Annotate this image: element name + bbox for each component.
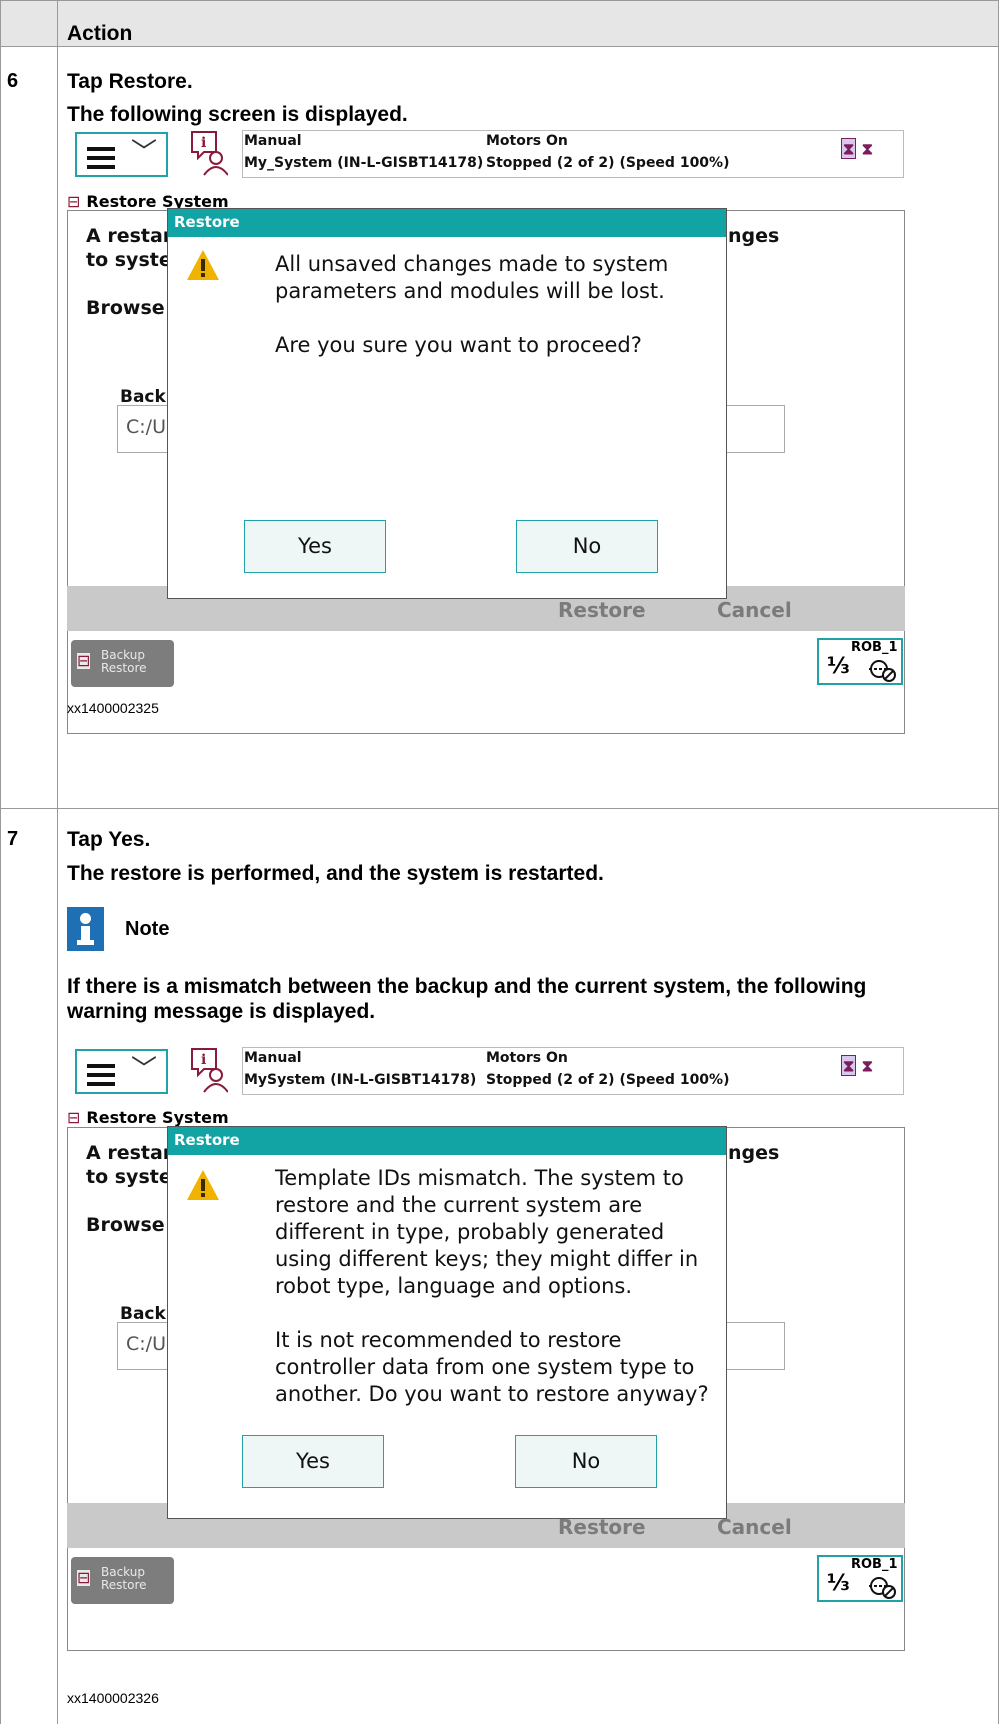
program-state: Stopped (2 of 2) (Speed 100%): [486, 1072, 730, 1088]
status-bar[interactable]: Manual MySystem (IN-L-GISBT14178) Motors…: [242, 1047, 904, 1095]
no-button[interactable]: No: [515, 1435, 657, 1488]
motors-state: Motors On: [486, 133, 568, 149]
step-7-result: The restore is performed, and the system…: [67, 862, 604, 885]
table-header-action: Action: [67, 22, 133, 45]
table-border-top: [0, 0, 999, 1]
dialog-message-2: Are you sure you want to proceed?: [275, 333, 642, 357]
warning-icon: [187, 250, 219, 280]
quickset-rob-button[interactable]: ROB_1 ⅓: [817, 1555, 903, 1602]
chevron-down-icon: ﹀: [131, 138, 158, 168]
warning-icon: [187, 1170, 219, 1200]
background-text-line-1-end: nges: [728, 1142, 780, 1164]
hamburger-icon: [87, 1064, 115, 1091]
chevron-down-icon: ﹀: [131, 1055, 158, 1085]
main-menu-button[interactable]: ﹀: [75, 1049, 168, 1094]
program-state: Stopped (2 of 2) (Speed 100%): [486, 155, 730, 171]
dialog-message: All unsaved changes made to system param…: [275, 251, 715, 386]
note-label: Note: [125, 918, 170, 940]
no-button[interactable]: No: [516, 520, 658, 573]
jog-lock-icon: [869, 1577, 896, 1599]
step-6-result: The following screen is displayed.: [67, 103, 408, 126]
note-text-line-1: If there is a mismatch between the backu…: [67, 975, 867, 998]
svg-text:i: i: [201, 1052, 206, 1068]
dialog-message-2: It is not recommended to restore control…: [275, 1328, 709, 1406]
hamburger-icon: [87, 147, 115, 174]
motors-state: Motors On: [486, 1050, 568, 1066]
note-text-line-2: warning message is displayed.: [67, 1000, 376, 1023]
operating-mode: Manual: [244, 133, 302, 149]
step-7-instruction: Tap Yes.: [67, 828, 151, 851]
backup-restore-taskbar-button[interactable]: ⊟ Backup Restore: [71, 640, 174, 687]
browse-button[interactable]: [727, 1322, 785, 1370]
task-status-icons: ⧗ ⧗: [841, 1055, 874, 1076]
yes-button[interactable]: Yes: [244, 520, 386, 573]
table-header-divider: [0, 46, 999, 47]
backup-restore-icon: ⊟: [77, 651, 91, 670]
quickset-rob-button[interactable]: ROB_1 ⅓: [817, 638, 903, 685]
task-status-icons: ⧗ ⧗: [841, 138, 874, 159]
table-column-divider: [57, 0, 58, 1724]
event-log-icon[interactable]: i: [190, 130, 228, 176]
rob-label: ROB_1: [851, 640, 898, 655]
restore-confirm-dialog: Restore All unsaved changes made to syst…: [167, 208, 727, 599]
increment-fraction: ⅓: [827, 654, 850, 679]
system-name: MySystem (IN-L-GISBT14178): [244, 1072, 477, 1088]
browse-button[interactable]: [727, 405, 785, 453]
table-row-divider: [0, 808, 999, 809]
cancel-command[interactable]: Cancel: [717, 1515, 792, 1539]
rob-label: ROB_1: [851, 1557, 898, 1572]
step-7-number: 7: [7, 828, 19, 850]
step-6-number: 6: [7, 70, 19, 92]
flexpendant-screen-restore-confirm: ﹀ i Manual My_System (IN-L-GISBT14178) M…: [67, 128, 905, 754]
restore-system-icon: ⊟: [67, 192, 81, 211]
figure-caption-1: xx1400002325: [67, 700, 159, 716]
dialog-title: Restore: [168, 209, 726, 237]
jog-lock-icon: [869, 660, 896, 682]
main-menu-button[interactable]: ﹀: [75, 132, 168, 177]
backup-restore-icon: ⊟: [77, 1568, 91, 1587]
note-icon: [67, 907, 104, 951]
app-title: ⊟ Restore System: [67, 1108, 229, 1127]
cancel-command[interactable]: Cancel: [717, 598, 792, 622]
table-border-left: [0, 0, 1, 1724]
svg-text:i: i: [201, 135, 206, 151]
step-6-instruction: Tap Restore.: [67, 70, 193, 93]
operating-mode: Manual: [244, 1050, 302, 1066]
figure-caption-2: xx1400002326: [67, 1690, 159, 1706]
dialog-message-1: All unsaved changes made to system param…: [275, 252, 669, 303]
flexpendant-screen-template-mismatch: ﹀ i Manual MySystem (IN-L-GISBT14178) Mo…: [67, 1045, 905, 1671]
dialog-title: Restore: [168, 1127, 726, 1155]
event-log-icon[interactable]: i: [190, 1047, 228, 1093]
yes-button[interactable]: Yes: [242, 1435, 384, 1488]
dialog-message-1: Template IDs mismatch. The system to res…: [275, 1166, 699, 1298]
system-name: My_System (IN-L-GISBT14178): [244, 155, 484, 171]
restore-system-icon: ⊟: [67, 1108, 81, 1127]
status-bar[interactable]: Manual My_System (IN-L-GISBT14178) Motor…: [242, 130, 904, 178]
dialog-message: Template IDs mismatch. The system to res…: [275, 1165, 715, 1435]
backup-restore-taskbar-button[interactable]: ⊟ Backup Restore: [71, 1557, 174, 1604]
background-text-line-1-end: nges: [728, 225, 780, 247]
template-mismatch-dialog: Restore Template IDs mismatch. The syste…: [167, 1126, 727, 1519]
increment-fraction: ⅓: [827, 1571, 850, 1596]
table-header-row: [1, 1, 998, 46]
restore-command[interactable]: Restore: [558, 598, 646, 622]
